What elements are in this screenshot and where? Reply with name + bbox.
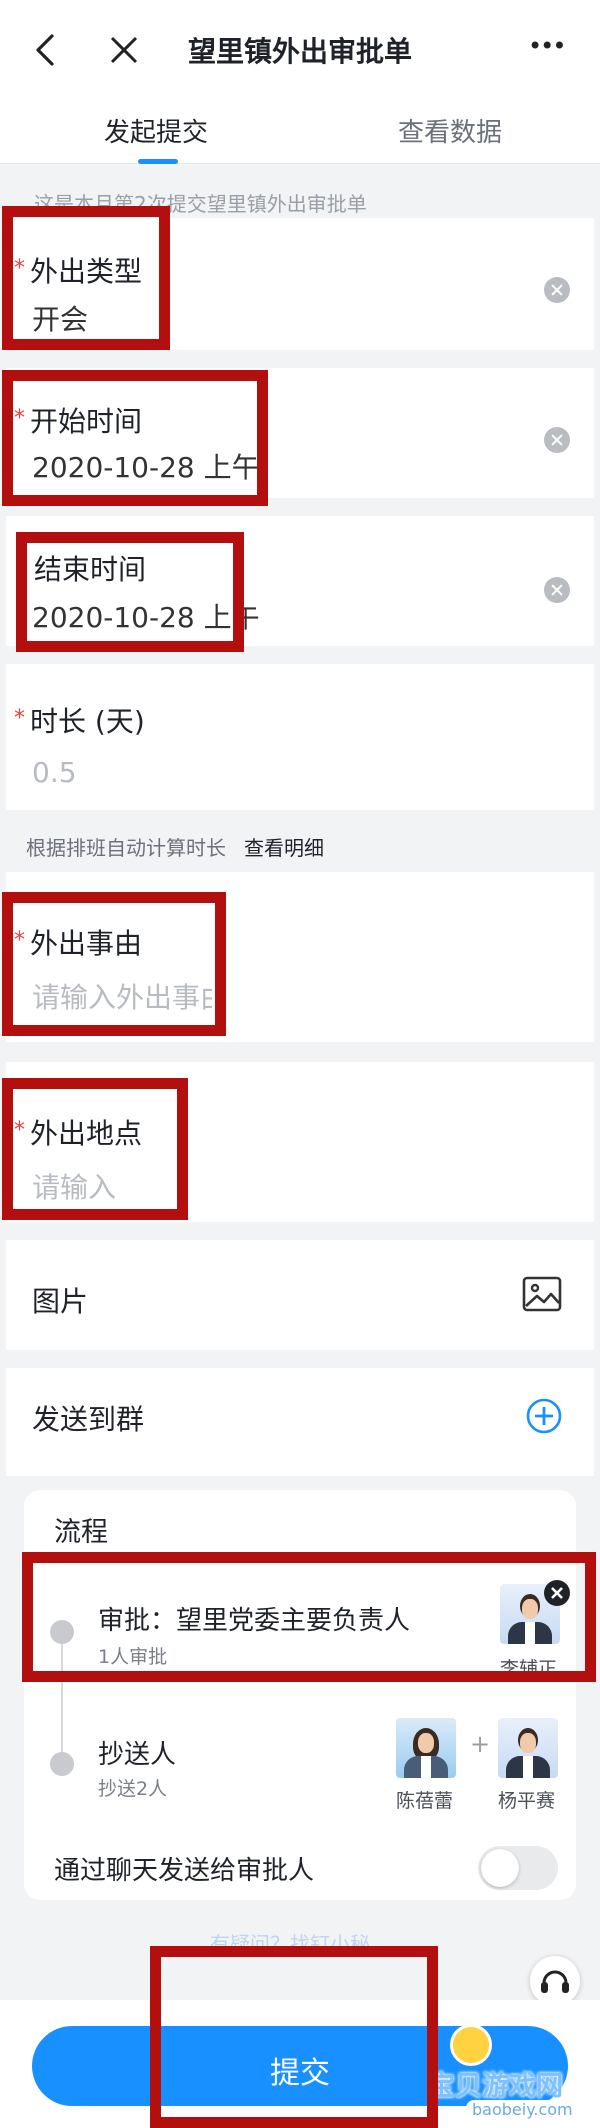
back-icon[interactable] [30, 32, 60, 68]
page-title: 望里镇外出审批单 [188, 35, 413, 68]
annotation-box [2, 1078, 188, 1220]
annotation-box [150, 1946, 438, 2128]
toggle-knob [481, 1849, 519, 1887]
annotation-box [16, 532, 244, 652]
required-mark: * [14, 706, 25, 731]
image-icon[interactable] [522, 1276, 562, 1312]
annotation-box [2, 206, 170, 350]
cc-title: 抄送人 [98, 1740, 177, 1770]
tab-bar: 发起提交 查看数据 [0, 100, 600, 164]
top-nav-bar: 望里镇外出审批单 ••• [0, 0, 600, 100]
avatar [396, 1718, 456, 1778]
send-group-label: 发送到群 [32, 1403, 145, 1436]
chat-toggle-switch[interactable] [478, 1846, 558, 1890]
tab-submit[interactable]: 发起提交 [104, 112, 208, 149]
tab-active-indicator [138, 159, 178, 164]
flow-title: 流程 [54, 1517, 108, 1548]
headset-icon[interactable] [530, 1956, 580, 2006]
annotation-box [2, 892, 226, 1036]
chat-toggle-label: 通过聊天发送给审批人 [54, 1856, 315, 1886]
annotation-box [2, 370, 268, 506]
clear-icon[interactable] [544, 427, 570, 453]
cc-sub: 抄送2人 [98, 1778, 168, 1800]
clear-icon[interactable] [544, 577, 570, 603]
cc-plus: + [470, 1730, 491, 1758]
flow-step-dot [50, 1752, 74, 1776]
images-row[interactable] [6, 1240, 594, 1350]
cc-name: 陈蓓蕾 [396, 1790, 454, 1812]
watermark-logo [450, 2024, 492, 2066]
field-label-duration: 时长 (天) [30, 705, 145, 738]
tab-view-data[interactable]: 查看数据 [398, 112, 502, 149]
close-icon[interactable] [108, 34, 140, 66]
watermark-title: 宝贝游戏网 [428, 2071, 563, 2102]
add-circle-icon[interactable] [526, 1398, 562, 1434]
clear-icon[interactable] [544, 277, 570, 303]
duration-hint: 根据排班自动计算时长 [26, 836, 226, 860]
annotation-box [22, 1552, 596, 1682]
cc-name: 杨平赛 [498, 1790, 556, 1812]
view-detail-link[interactable]: 查看明细 [244, 832, 324, 861]
more-icon[interactable]: ••• [528, 32, 566, 60]
avatar [498, 1718, 558, 1778]
field-value-duration: 0.5 [32, 756, 77, 789]
images-label: 图片 [32, 1285, 89, 1318]
watermark-url: baobeiy.com [466, 2100, 579, 2119]
